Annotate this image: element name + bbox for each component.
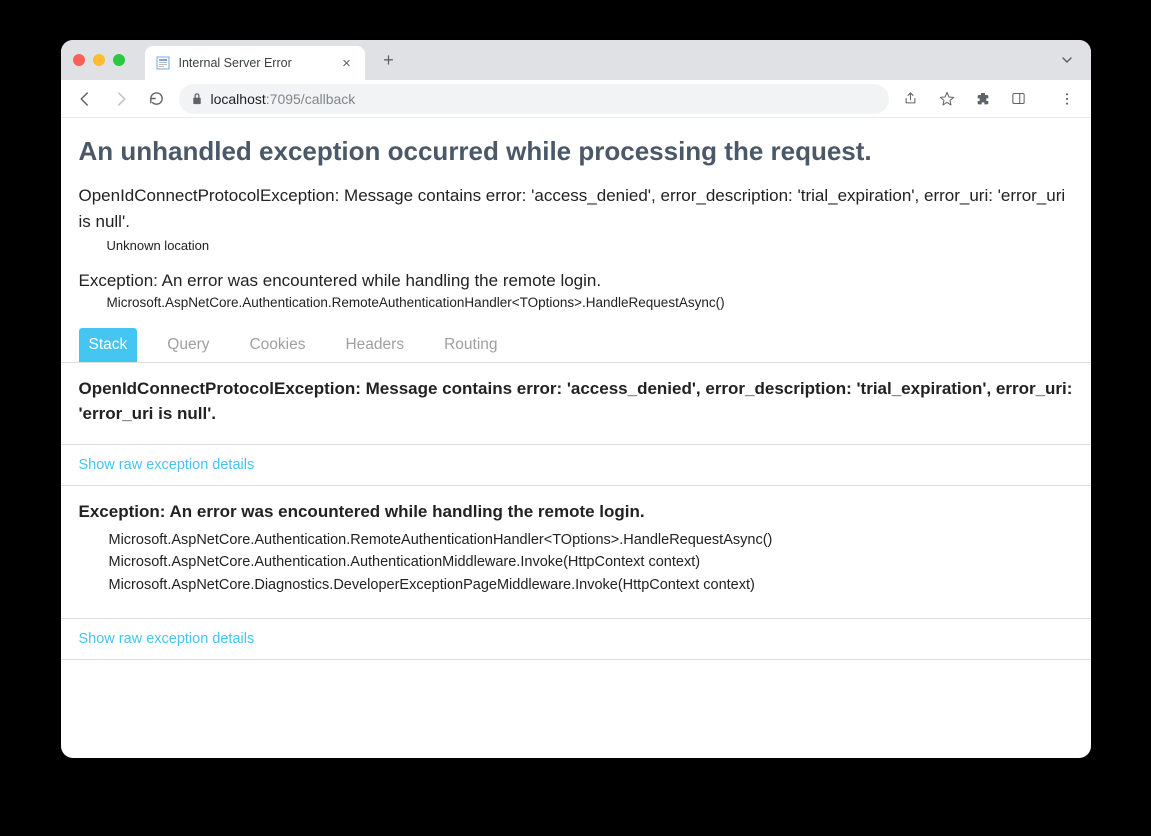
window-controls [73, 54, 125, 66]
tab-routing[interactable]: Routing [434, 328, 507, 362]
error-tabs: Stack Query Cookies Headers Routing [61, 328, 1091, 363]
exception-location-1: Unknown location [79, 238, 1073, 253]
browser-tab[interactable]: Internal Server Error × [145, 46, 365, 80]
minimize-window-button[interactable] [93, 54, 105, 66]
close-window-button[interactable] [73, 54, 85, 66]
maximize-window-button[interactable] [113, 54, 125, 66]
page-content: An unhandled exception occurred while pr… [61, 118, 1091, 758]
tab-stack[interactable]: Stack [79, 328, 138, 362]
stack-trace-list: Microsoft.AspNetCore.Authentication.Remo… [79, 525, 1073, 600]
stack-trace-line: Microsoft.AspNetCore.Authentication.Remo… [109, 529, 1073, 551]
reload-button[interactable] [143, 85, 171, 113]
url-text: localhost:7095/callback [211, 91, 356, 107]
stack-block-1: OpenIdConnectProtocolException: Message … [61, 363, 1091, 432]
side-panel-button[interactable] [1005, 85, 1033, 113]
stack-trace-line: Microsoft.AspNetCore.Diagnostics.Develop… [109, 574, 1073, 596]
tab-cookies[interactable]: Cookies [239, 328, 315, 362]
new-tab-button[interactable]: + [375, 46, 403, 74]
exception-message-1: OpenIdConnectProtocolException: Message … [79, 183, 1073, 234]
tab-query[interactable]: Query [157, 328, 219, 362]
tab-title: Internal Server Error [179, 56, 292, 70]
forward-button[interactable] [107, 85, 135, 113]
url-host: localhost [211, 91, 266, 107]
stack-title-2: Exception: An error was encountered whil… [79, 500, 1073, 525]
stack-block-2: Exception: An error was encountered whil… [61, 486, 1091, 606]
close-tab-button[interactable]: × [339, 55, 355, 71]
show-raw-link-1[interactable]: Show raw exception details [61, 445, 1091, 486]
title-bar: Internal Server Error × + [61, 40, 1091, 80]
menu-button[interactable] [1053, 85, 1081, 113]
tab-headers[interactable]: Headers [335, 328, 414, 362]
bookmark-button[interactable] [933, 85, 961, 113]
exception-message-2: Exception: An error was encountered whil… [79, 271, 1073, 291]
extensions-button[interactable] [969, 85, 997, 113]
url-path: :7095/callback [266, 91, 356, 107]
address-bar[interactable]: localhost:7095/callback [179, 84, 889, 114]
page-title: An unhandled exception occurred while pr… [79, 136, 1073, 167]
tabs-dropdown-button[interactable] [1055, 48, 1079, 72]
toolbar: localhost:7095/callback [61, 80, 1091, 118]
share-button[interactable] [897, 85, 925, 113]
browser-window: Internal Server Error × + localhost:7095… [61, 40, 1091, 758]
stack-trace-line: Microsoft.AspNetCore.Authentication.Auth… [109, 551, 1073, 573]
back-button[interactable] [71, 85, 99, 113]
favicon-icon [155, 55, 171, 71]
toolbar-right [897, 85, 1081, 113]
lock-icon [191, 92, 203, 105]
show-raw-link-2[interactable]: Show raw exception details [61, 619, 1091, 660]
stack-title-1: OpenIdConnectProtocolException: Message … [79, 377, 1073, 426]
exception-location-2: Microsoft.AspNetCore.Authentication.Remo… [79, 295, 1073, 310]
